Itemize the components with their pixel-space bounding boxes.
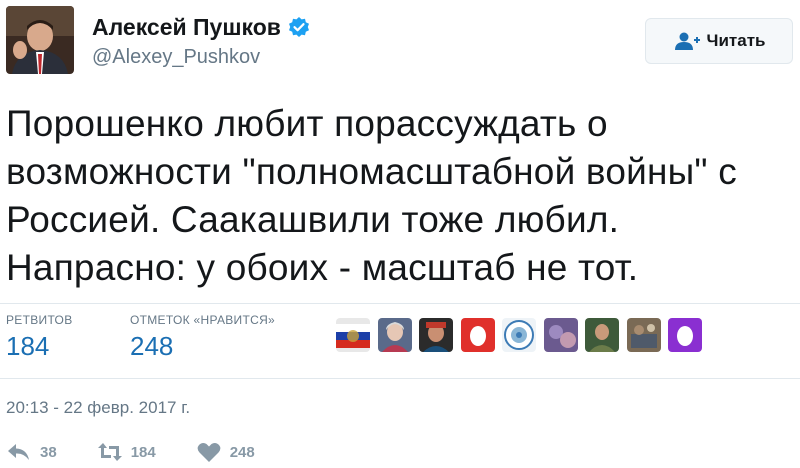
- liker-avatar[interactable]: [336, 318, 370, 352]
- tweet-text: Порошенко любит порассуждать о возможнос…: [6, 100, 786, 292]
- tweet-line: Порошенко любит порассуждать о: [6, 103, 608, 144]
- tweet-line: Напрасно: у обоих - масштаб не тот.: [6, 247, 639, 288]
- tweet-timestamp[interactable]: 20:13 - 22 февр. 2017 г.: [6, 398, 190, 418]
- follow-button-label: Читать: [706, 31, 766, 50]
- follow-button[interactable]: Читать: [645, 18, 793, 64]
- retweet-count: 184: [130, 443, 156, 461]
- likes-count: 248: [130, 331, 174, 361]
- liker-avatar[interactable]: [377, 318, 412, 352]
- likes-label: ОТМЕТОК «НРАВИТСЯ»: [130, 313, 276, 327]
- liker-avatar[interactable]: [626, 318, 661, 352]
- like-button[interactable]: 248: [196, 441, 255, 463]
- divider: [0, 378, 800, 379]
- like-count: 248: [229, 443, 255, 461]
- liker-avatar[interactable]: [585, 318, 619, 352]
- retweet-icon: [97, 443, 122, 461]
- liker-avatar[interactable]: [668, 318, 702, 352]
- retweets-stat[interactable]: РЕТВИТОВ 184: [6, 313, 73, 362]
- liker-avatar[interactable]: [543, 318, 578, 352]
- author-name[interactable]: Алексей Пушков: [92, 14, 281, 41]
- liker-avatar[interactable]: [460, 318, 495, 352]
- tweet-actions: 38 184 248: [6, 441, 295, 463]
- liker-avatar[interactable]: [419, 318, 453, 352]
- divider: [0, 303, 800, 304]
- liked-by-avatars: [336, 318, 710, 352]
- retweets-label: РЕТВИТОВ: [6, 313, 73, 327]
- heart-icon: [197, 442, 221, 462]
- verified-badge-icon: [288, 16, 309, 37]
- tweet-line: Россией. Саакашвили тоже любил.: [6, 199, 620, 240]
- reply-button[interactable]: 38: [6, 441, 57, 463]
- retweet-button[interactable]: 184: [97, 441, 156, 463]
- likes-stat[interactable]: ОТМЕТОК «НРАВИТСЯ» 248: [130, 313, 275, 362]
- retweets-count: 184: [6, 331, 50, 361]
- tweet-line: возможности "полномасштабной войны" с: [6, 151, 737, 192]
- reply-icon: [8, 444, 29, 460]
- add-user-icon: [674, 32, 700, 50]
- author-handle[interactable]: @Alexey_Pushkov: [92, 46, 260, 69]
- liker-avatar[interactable]: [502, 318, 536, 352]
- avatar[interactable]: [6, 6, 74, 74]
- reply-count: 38: [40, 443, 57, 461]
